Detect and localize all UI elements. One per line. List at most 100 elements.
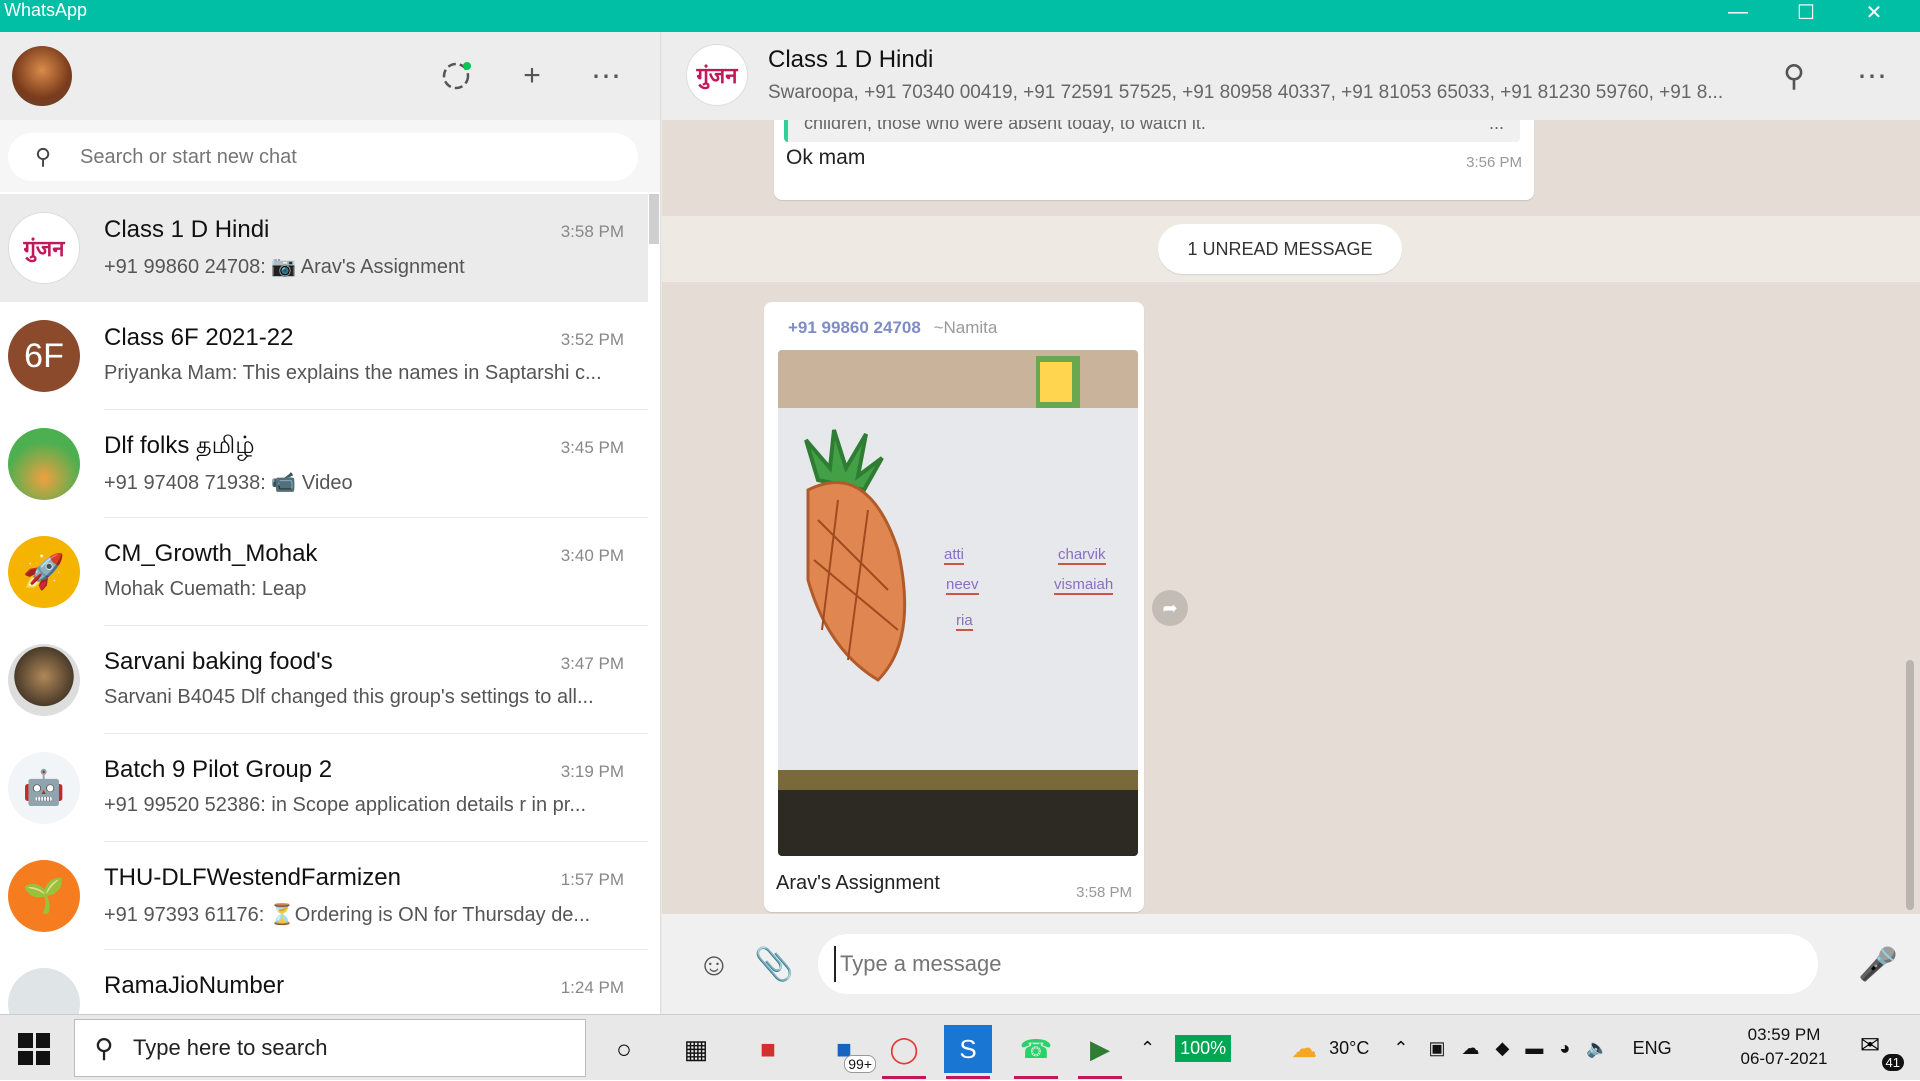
chevron-up-icon[interactable]: ⌃: [1393, 1038, 1408, 1059]
meet-icon[interactable]: ▣: [1428, 1038, 1445, 1059]
new-chat-icon[interactable]: +: [512, 56, 552, 96]
sidebar-scrollbar[interactable]: [649, 194, 659, 244]
opera-icon[interactable]: ◯: [880, 1025, 928, 1079]
conversation-scrollbar[interactable]: [1906, 660, 1914, 910]
clock[interactable]: 03:59 PM 06-07-2021: [1724, 1023, 1844, 1071]
chat-time: 1:57 PM: [560, 870, 624, 889]
sender-number[interactable]: +91 99860 24708: [788, 318, 921, 337]
quoted-message: children, those who were absent today, t…: [784, 120, 1520, 142]
search-bar: ⚲: [0, 120, 660, 192]
weather-icon[interactable]: ☁: [1291, 1033, 1317, 1064]
chat-preview: Priyanka Mam: This explains the names in…: [104, 362, 602, 384]
language-indicator[interactable]: ENG: [1633, 1038, 1672, 1059]
menu-icon[interactable]: ⋯: [586, 56, 626, 96]
message-area: children, those who were absent today, t…: [662, 120, 1920, 914]
message-input-box[interactable]: [818, 934, 1818, 994]
whatsapp-icon[interactable]: ☎: [1012, 1025, 1060, 1079]
wifi-icon[interactable]: ◕: [1559, 1038, 1570, 1059]
profile-avatar[interactable]: [12, 46, 72, 106]
photo-label: charvik: [1058, 546, 1106, 565]
chat-time: 3:19 PM: [560, 762, 624, 781]
temperature[interactable]: 30°C: [1329, 1038, 1369, 1059]
group-name: Class 1 D Hindi: [768, 46, 934, 73]
chat-item[interactable]: Dlf folks தமிழ் 3:45 PM +91 97408 71938:…: [0, 410, 648, 518]
chat-item[interactable]: Sarvani baking food's 3:47 PM Sarvani B4…: [0, 626, 648, 734]
notification-count: 41: [1881, 1054, 1904, 1071]
chat-preview: +91 99520 52386: in Scope application de…: [104, 794, 587, 816]
chat-avatar: [8, 968, 80, 1014]
window-title: WhatsApp: [4, 0, 88, 20]
chat-avatar: 6F: [8, 320, 80, 392]
chat-avatar: गुंजन: [8, 212, 80, 284]
chat-time: 3:40 PM: [560, 546, 624, 565]
message-input[interactable]: [834, 946, 1794, 982]
composer: ☺ 📎 🎤: [662, 914, 1920, 1014]
minimize-button[interactable]: —: [1710, 0, 1766, 24]
message-photo[interactable]: atti charvik neev vismaiah ria: [778, 350, 1138, 856]
media-icon[interactable]: ▶: [1076, 1025, 1124, 1079]
chat-name: CM_Growth_Mohak: [104, 540, 318, 567]
onedrive-icon[interactable]: ☁: [1461, 1038, 1479, 1059]
chevron-up-icon[interactable]: ⌃: [1140, 1038, 1155, 1059]
message-time: 3:56 PM: [1466, 154, 1522, 171]
search-icon: ⚲: [34, 144, 52, 169]
search-input[interactable]: [78, 144, 598, 170]
app-icon[interactable]: S: [944, 1025, 992, 1079]
search-box[interactable]: ⚲: [8, 133, 638, 181]
dropbox-icon[interactable]: ◆: [1495, 1038, 1509, 1059]
chat-list: गुंजन Class 1 D Hindi 3:58 PM +91 99860 …: [0, 194, 648, 1014]
taskbar: ⚲ Type here to search ○ ▦ ■ 99+ ■ ◯ S ☎ ▶…: [0, 1014, 1920, 1080]
chat-item[interactable]: गुंजन Class 1 D Hindi 3:58 PM +91 99860 …: [0, 194, 648, 302]
image-message[interactable]: +91 99860 24708 ~Namita atti charvik nee…: [764, 302, 1144, 912]
search-icon[interactable]: ⚲: [1774, 56, 1814, 96]
taskbar-search-text: Type here to search: [133, 1035, 328, 1060]
notification-icon[interactable]: ✉ 41: [1860, 1031, 1904, 1071]
office-icon[interactable]: ■: [744, 1025, 792, 1073]
chat-name: Sarvani baking food's: [104, 648, 333, 675]
battery-meter[interactable]: 100%: [1175, 1034, 1232, 1062]
message-bubble[interactable]: children, those who were absent today, t…: [774, 120, 1534, 200]
attach-icon[interactable]: 📎: [752, 942, 796, 986]
system-tray: ⌃ 100% ☁ 30°C ⌃ ▣ ☁ ◆ ▬ ◕ 🔈 ENG: [1140, 1015, 1672, 1081]
microphone-icon[interactable]: 🎤: [1856, 942, 1900, 986]
chat-avatar: [8, 644, 80, 716]
task-view-icon[interactable]: ▦: [672, 1025, 720, 1073]
photo-label: neev: [946, 576, 979, 595]
chat-name: Batch 9 Pilot Group 2: [104, 756, 333, 783]
cortana-icon[interactable]: ○: [600, 1025, 648, 1073]
group-participants: Swaroopa, +91 70340 00419, +91 72591 575…: [768, 82, 1724, 103]
menu-icon[interactable]: ⋯: [1852, 56, 1892, 96]
chat-item[interactable]: 6F Class 6F 2021-22 3:52 PM Priyanka Mam…: [0, 302, 648, 410]
photo-label: ria: [956, 612, 973, 631]
chat-preview: Sarvani B4045 Dlf changed this group's s…: [104, 686, 594, 708]
photo-label: atti: [944, 546, 965, 565]
sender-nickname: ~Namita: [933, 318, 998, 337]
volume-icon[interactable]: 🔈: [1586, 1038, 1608, 1059]
chat-item[interactable]: 🤖 Batch 9 Pilot Group 2 3:19 PM +91 9952…: [0, 734, 648, 842]
message-sender: +91 99860 24708 ~Namita: [788, 318, 997, 338]
chat-preview: +91 97408 71938: 📹 Video: [104, 472, 353, 494]
chat-item[interactable]: 🚀 CM_Growth_Mohak 3:40 PM Mohak Cuemath:…: [0, 518, 648, 626]
chat-item[interactable]: 🌱 THU-DLFWestendFarmizen 1:57 PM +91 973…: [0, 842, 648, 950]
quoted-ellipsis: ...: [1488, 120, 1504, 133]
status-icon[interactable]: [436, 56, 476, 96]
close-button[interactable]: ✕: [1846, 0, 1902, 24]
chat-time: 3:45 PM: [560, 438, 624, 457]
emoji-icon[interactable]: ☺: [692, 942, 736, 986]
chat-preview: +91 97393 61176: ⏳Ordering is ON for Thu…: [104, 904, 591, 926]
photo-label: vismaiah: [1054, 576, 1114, 595]
windows-start-icon[interactable]: [18, 1033, 50, 1065]
battery-icon[interactable]: ▬: [1525, 1038, 1543, 1059]
chat-item[interactable]: RamaJioNumber 1:24 PM: [0, 950, 648, 1014]
chat-time: 3:58 PM: [560, 222, 624, 241]
chat-time: 3:52 PM: [560, 330, 624, 349]
forward-icon[interactable]: ➦: [1152, 590, 1188, 626]
message-text: Ok mam: [786, 146, 866, 169]
files-icon[interactable]: 99+ ■: [820, 1025, 876, 1073]
group-avatar[interactable]: गुंजन: [686, 44, 748, 106]
files-badge: 99+: [844, 1055, 876, 1073]
maximize-button[interactable]: ☐: [1778, 0, 1834, 24]
conversation-header[interactable]: गुंजन Class 1 D Hindi Swaroopa, +91 7034…: [662, 32, 1920, 120]
chat-preview: Mohak Cuemath: Leap: [104, 578, 307, 600]
taskbar-search[interactable]: ⚲ Type here to search: [74, 1019, 586, 1077]
